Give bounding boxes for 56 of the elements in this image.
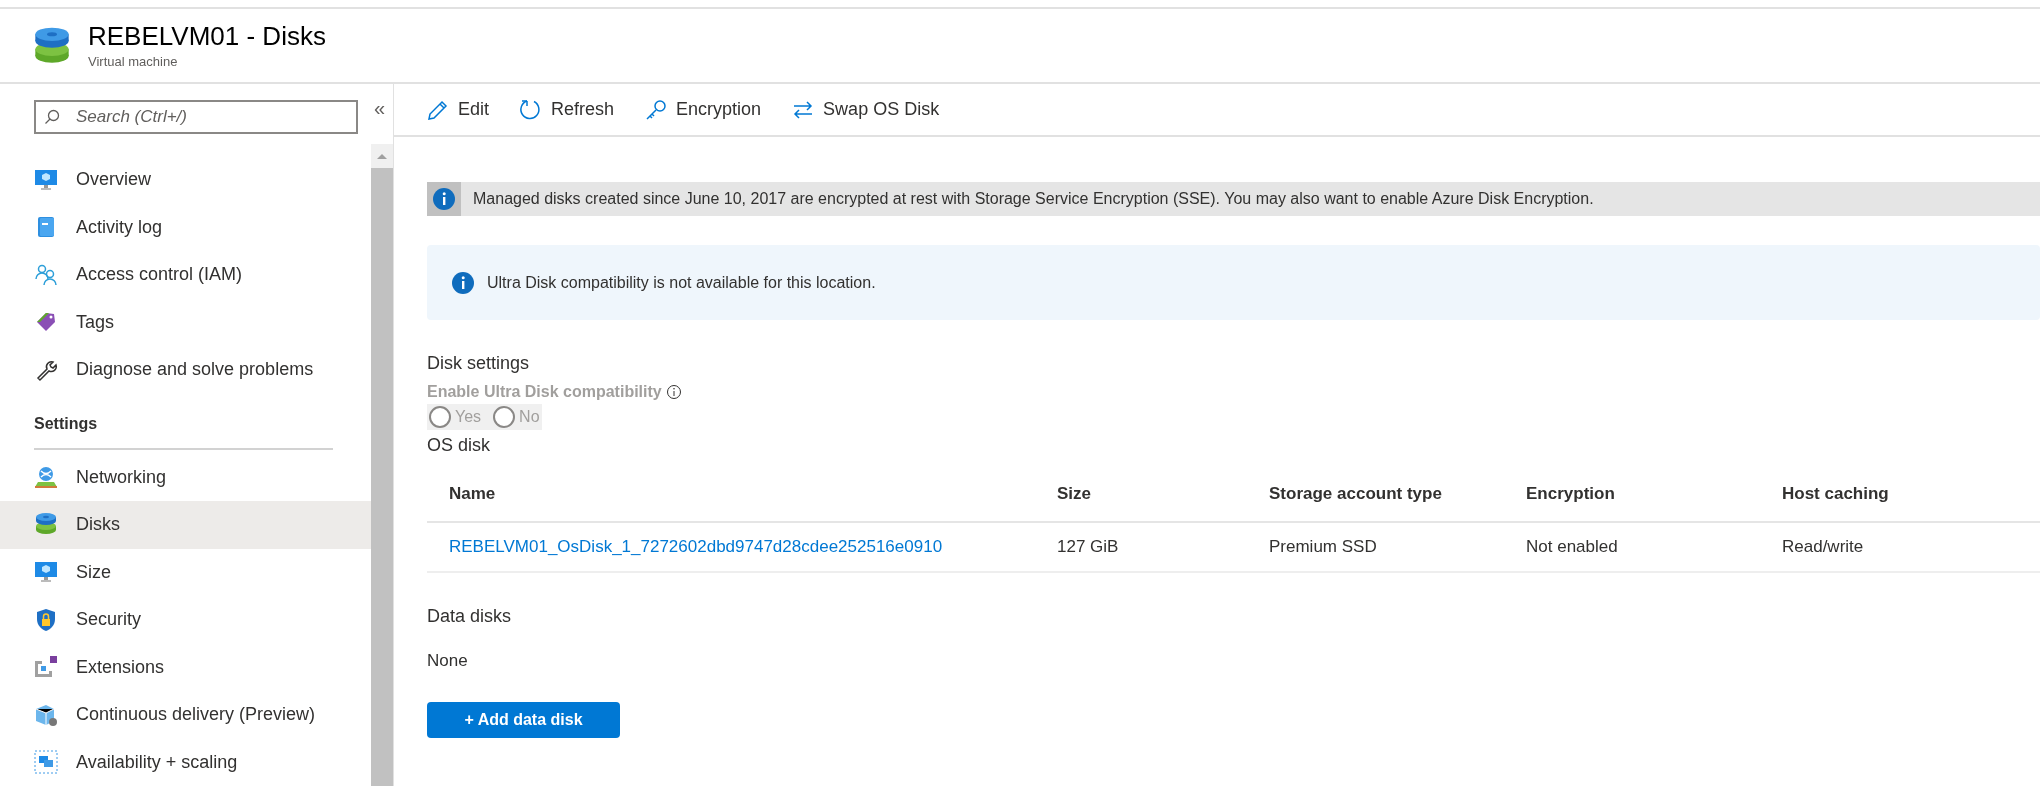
collapse-button[interactable]: « xyxy=(373,100,385,116)
search-field[interactable]: Search (Ctrl+/) xyxy=(34,100,358,134)
sidebar-item[interactable]: Extensions xyxy=(0,643,371,691)
toolbar-button[interactable]: Edit xyxy=(426,96,490,123)
section-heading: Settings xyxy=(34,413,99,434)
table-cell: Premium SSD xyxy=(1269,537,1377,557)
grouped-monitors-icon xyxy=(34,750,58,775)
empty-text: None xyxy=(427,650,468,672)
sidebar-item[interactable]: Continuous delivery (Preview) xyxy=(0,691,371,739)
info-icon xyxy=(451,270,475,295)
package-icon xyxy=(34,702,58,727)
page-subtitle: Virtual machine xyxy=(88,52,179,71)
info-banner: Ultra Disk compatibility is not available for this location. xyxy=(427,245,2040,320)
scroll-up-icon[interactable] xyxy=(376,152,388,160)
monitor-icon xyxy=(34,560,58,585)
add-data-disk-button[interactable]: + Add data disk xyxy=(427,701,620,738)
column-header: Storage account type xyxy=(1269,484,1442,504)
sidebar-item[interactable]: Tags xyxy=(0,298,371,346)
info-banner: Managed disks created since June 10, 2017 are encrypted at rest with Storage Service Encryption (SSE). You may also want to enable Azure Disk Encryption. xyxy=(427,182,2040,216)
disk-link[interactable]: REBELVM01_OsDisk_1_7272602dbd9747d28cdee252516e0910 xyxy=(449,537,943,557)
section-title: Disk settings xyxy=(427,352,530,375)
sidebar-item[interactable]: Activity log xyxy=(0,203,371,251)
monitor-icon xyxy=(34,167,58,192)
extensions-icon xyxy=(34,655,58,680)
sidebar-item[interactable]: Security xyxy=(0,596,371,644)
page-title: REBELVM01 - Disks xyxy=(88,19,326,52)
sidebar-item[interactable]: Disks xyxy=(0,501,371,549)
field-label: Enable Ultra Disk compatibility xyxy=(427,382,662,402)
section-title: Data disks xyxy=(427,605,512,628)
table-cell: Not enabled xyxy=(1526,537,1618,557)
people-icon xyxy=(34,262,58,287)
key-icon xyxy=(644,97,669,122)
toolbar-button[interactable]: Swap OS Disk xyxy=(791,96,940,123)
sidebar-item[interactable]: Networking xyxy=(0,453,371,501)
sidebar-item[interactable]: Access control (IAM) xyxy=(0,251,371,299)
sidebar-item[interactable]: Size xyxy=(0,548,371,596)
globe-icon xyxy=(34,465,58,490)
table-cell: Read/write xyxy=(1782,537,1864,557)
column-header: Size xyxy=(1057,484,1092,504)
sidebar-item[interactable]: Overview xyxy=(0,156,371,204)
section-title: OS disk xyxy=(427,434,491,457)
column-header: Encryption xyxy=(1526,484,1615,504)
info-icon xyxy=(665,384,682,400)
toolbar-button[interactable]: Refresh xyxy=(519,96,615,123)
info-icon xyxy=(432,187,456,211)
sidebar-item[interactable]: Availability + scaling xyxy=(0,738,371,786)
disks-icon xyxy=(32,25,72,66)
scrollbar[interactable] xyxy=(371,144,393,786)
shield-icon xyxy=(34,607,58,632)
column-header: Host caching xyxy=(1782,484,1889,504)
column-header: Name xyxy=(449,484,496,504)
toolbar-button[interactable]: Encryption xyxy=(644,96,762,123)
disks-icon xyxy=(34,512,58,537)
table-cell: 127 GiB xyxy=(1057,537,1119,557)
search-icon xyxy=(44,109,60,125)
sidebar-item[interactable]: Diagnose and solve problems xyxy=(0,346,371,394)
